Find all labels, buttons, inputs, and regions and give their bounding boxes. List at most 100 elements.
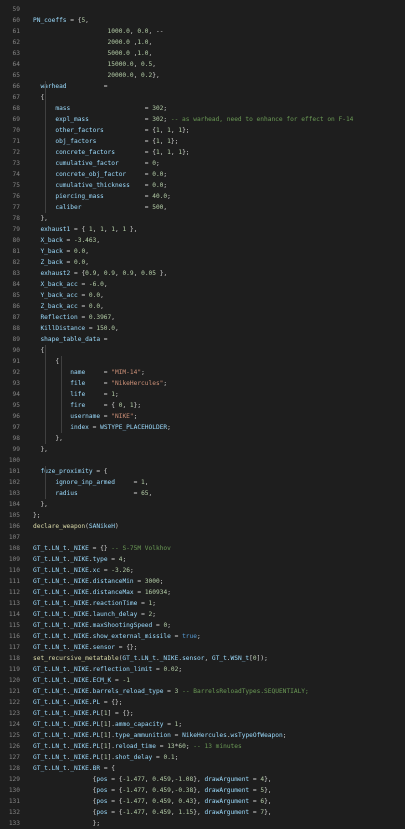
code-line[interactable]: 114 GT_t.LN_t._NIKE.launch_delay = 2; xyxy=(0,609,405,620)
code-token: 2000.0 xyxy=(107,39,130,46)
code-line[interactable]: 121 GT_t.LN_t._NIKE.barrels_reload_type =… xyxy=(0,686,405,697)
code-line[interactable]: 69 expl_mass = 302; -- as warhead, need … xyxy=(0,114,405,125)
code-token: PN_coeffs xyxy=(33,17,67,24)
code-line[interactable]: 128 GT_t.LN_t._NIKE.BR = { xyxy=(0,763,405,774)
code-line[interactable]: 87 Reflection = 0.3967, xyxy=(0,312,405,323)
code-line[interactable]: 127 GT_t.LN_t._NIKE.PL[1].shot_delay = 0.… xyxy=(0,752,405,763)
code-line[interactable]: 108 GT_t.LN_t._NIKE = {} -- S-75M Volkhov xyxy=(0,543,405,554)
code-token: = xyxy=(133,589,145,596)
line-number: 61 xyxy=(12,28,20,35)
code-line[interactable]: 63 5000.0 ,1.0, xyxy=(0,48,405,59)
code-line[interactable]: 129 {pos = {-1.477, 0.459,-1.08}, drawAr… xyxy=(0,774,405,785)
code-editor[interactable]: 59 60 PN_coeffs = {5, 61 1000.0, 0.0, -- 62 … xyxy=(0,0,405,827)
code-line[interactable]: 111 GT_t.LN_t._NIKE.distanceMin = 3000; xyxy=(0,576,405,587)
code-text: {pos = {-1.477, 0.459,-1.08}, drawArgume… xyxy=(33,774,272,785)
code-line[interactable]: 110 GT_t.LN_t._NIKE.xc = -3.26; xyxy=(0,565,405,576)
code-line[interactable]: 62 2000.0 ,1.0, xyxy=(0,37,405,48)
code-line[interactable]: 100 xyxy=(0,455,405,466)
code-line[interactable]: 90 { xyxy=(0,345,405,356)
code-line[interactable]: 70 other_factors = {1, 1, 1}; xyxy=(0,125,405,136)
code-line[interactable]: 99 }, xyxy=(0,444,405,455)
code-line[interactable]: 113 GT_t.LN_t._NIKE.reactionTime = 1; xyxy=(0,598,405,609)
code-token: { xyxy=(33,809,97,816)
code-line[interactable]: 117 GT_t.LN_t._NIKE.sensor = {}; xyxy=(0,642,405,653)
code-token: 1.0 xyxy=(137,39,149,46)
code-line[interactable]: 82 Z_back = 0.0, xyxy=(0,257,405,268)
code-line[interactable]: 84 X_back_acc = -6.0, xyxy=(0,279,405,290)
code-token: X_back_acc xyxy=(40,281,78,288)
code-line[interactable]: 126 GT_t.LN_t._NIKE.PL[1].reload_time = 1… xyxy=(0,741,405,752)
code-line[interactable]: 80 X_back = -3.463, xyxy=(0,235,405,246)
code-line[interactable]: 107 xyxy=(0,532,405,543)
code-line[interactable]: 60 PN_coeffs = {5, xyxy=(0,15,405,26)
code-line[interactable]: 64 15000.0, 0.5, xyxy=(0,59,405,70)
code-line[interactable]: 72 concrete_factors = {1, 1, 1}; xyxy=(0,147,405,158)
code-text: Y_back_acc = 0.0, xyxy=(33,290,103,301)
code-line[interactable]: 122 GT_t.LN_t._NIKE.PL = {}; xyxy=(0,697,405,708)
code-line[interactable]: 123 GT_t.LN_t._NIKE.PL[1] = {}; xyxy=(0,708,405,719)
code-line[interactable]: 120 GT_t.LN_t._NIKE.ECM_K = -1 xyxy=(0,675,405,686)
code-line[interactable]: 68 mass = 302; xyxy=(0,103,405,114)
code-line[interactable]: 124 GT_t.LN_t._NIKE.PL[1].ammo_capacity =… xyxy=(0,719,405,730)
code-token: LN_t xyxy=(51,578,67,585)
code-token: 0.1 xyxy=(163,754,175,761)
code-token: 1.15 xyxy=(178,809,194,816)
code-line[interactable]: 67 { xyxy=(0,92,405,103)
code-line[interactable]: 130 {pos = {-1.477, 0.459,-0.38}, drawAr… xyxy=(0,785,405,796)
code-line[interactable]: 125 GT_t.LN_t._NIKE.PL[1].type_ammunition… xyxy=(0,730,405,741)
code-line[interactable]: 88 KillDistance = 150.0, xyxy=(0,323,405,334)
code-token: LN_t xyxy=(51,743,67,750)
code-token: fire xyxy=(70,402,86,409)
line-number: 75 xyxy=(12,182,20,189)
code-token: PL xyxy=(92,754,101,761)
code-token: }, xyxy=(126,226,138,233)
code-line[interactable]: 74 concrete_obj_factor = 0.0; xyxy=(0,169,405,180)
code-line[interactable]: 78 }, xyxy=(0,213,405,224)
code-line[interactable]: 106 declare_weapon(SANikeH) xyxy=(0,521,405,532)
code-line[interactable]: 75 cumulative_thickness = 0.0; xyxy=(0,180,405,191)
code-line[interactable]: 81 Y_back = 0.0, xyxy=(0,246,405,257)
code-line[interactable]: 119 GT_t.LN_t._NIKE.reflection_limit = 0.… xyxy=(0,664,405,675)
code-line[interactable]: 109 GT_t.LN_t._NIKE.type = 4; xyxy=(0,554,405,565)
code-line[interactable]: 131 {pos = {-1.477, 0.459, 0.43}, drawAr… xyxy=(0,796,405,807)
code-line[interactable]: 89 shape_table_data = xyxy=(0,334,405,345)
code-token: ]. xyxy=(107,721,116,728)
code-line[interactable]: 112 GT_t.LN_t._NIKE.distanceMax = 160934; xyxy=(0,587,405,598)
code-token: }; xyxy=(33,820,101,827)
indent-guide xyxy=(61,356,62,433)
line-number: 65 xyxy=(12,72,20,79)
code-token: LN_t xyxy=(51,633,67,640)
code-line[interactable]: 76 piercing_mass = 40.0; xyxy=(0,191,405,202)
code-line[interactable]: 61 1000.0, 0.0, -- xyxy=(0,26,405,37)
code-line[interactable]: 101 fuze_proximity = { xyxy=(0,466,405,477)
code-line[interactable]: 104 }, xyxy=(0,499,405,510)
code-line[interactable]: 102 ignore_inp_armed = 1, xyxy=(0,477,405,488)
code-line[interactable]: 116 GT_t.LN_t._NIKE.show_external_missile… xyxy=(0,631,405,642)
code-text: GT_t.LN_t._NIKE.maxShootingSpeed = 0; xyxy=(33,620,171,631)
code-token: }, xyxy=(264,776,272,783)
code-token: , -- xyxy=(148,28,164,35)
line-number: 124 xyxy=(8,721,20,728)
code-line[interactable]: 105}; xyxy=(0,510,405,521)
code-line[interactable]: 83 exhaust2 = {0.9, 0.9, 0.9, 0.05 }, xyxy=(0,268,405,279)
code-line[interactable]: 71 obj_factors = {1, 1}; xyxy=(0,136,405,147)
code-token: name xyxy=(70,369,86,376)
line-number: 121 xyxy=(8,688,20,695)
code-line[interactable]: 133 }; xyxy=(0,818,405,829)
code-line[interactable]: 66 warhead = xyxy=(0,81,405,92)
code-line[interactable]: 73 cumulative_factor = 0; xyxy=(0,158,405,169)
code-line[interactable]: 86 Z_back_acc = 0.0, xyxy=(0,301,405,312)
code-line[interactable]: 79 exhaust1 = { 1, 1, 1, 1 }, xyxy=(0,224,405,235)
code-line[interactable]: 103 radius = 65, xyxy=(0,488,405,499)
code-line[interactable]: 115 GT_t.LN_t._NIKE.maxShootingSpeed = 0; xyxy=(0,620,405,631)
code-line[interactable]: 98 }, xyxy=(0,433,405,444)
code-line[interactable]: 85 Y_back_acc = 0.0, xyxy=(0,290,405,301)
code-token: LN_t xyxy=(51,754,67,761)
code-text: GT_t.LN_t._NIKE.PL[1] = {}; xyxy=(33,708,134,719)
code-line[interactable]: 132 {pos = {-1.477, 0.459, 1.15}, drawAr… xyxy=(0,807,405,818)
code-line[interactable]: 77 caliber = 500, xyxy=(0,202,405,213)
code-line[interactable]: 59 xyxy=(0,4,405,15)
code-line[interactable]: 118 set_recursive_metatable(GT_t.LN_t._NI… xyxy=(0,653,405,664)
code-line[interactable]: 65 20000.0, 0.2}, xyxy=(0,70,405,81)
